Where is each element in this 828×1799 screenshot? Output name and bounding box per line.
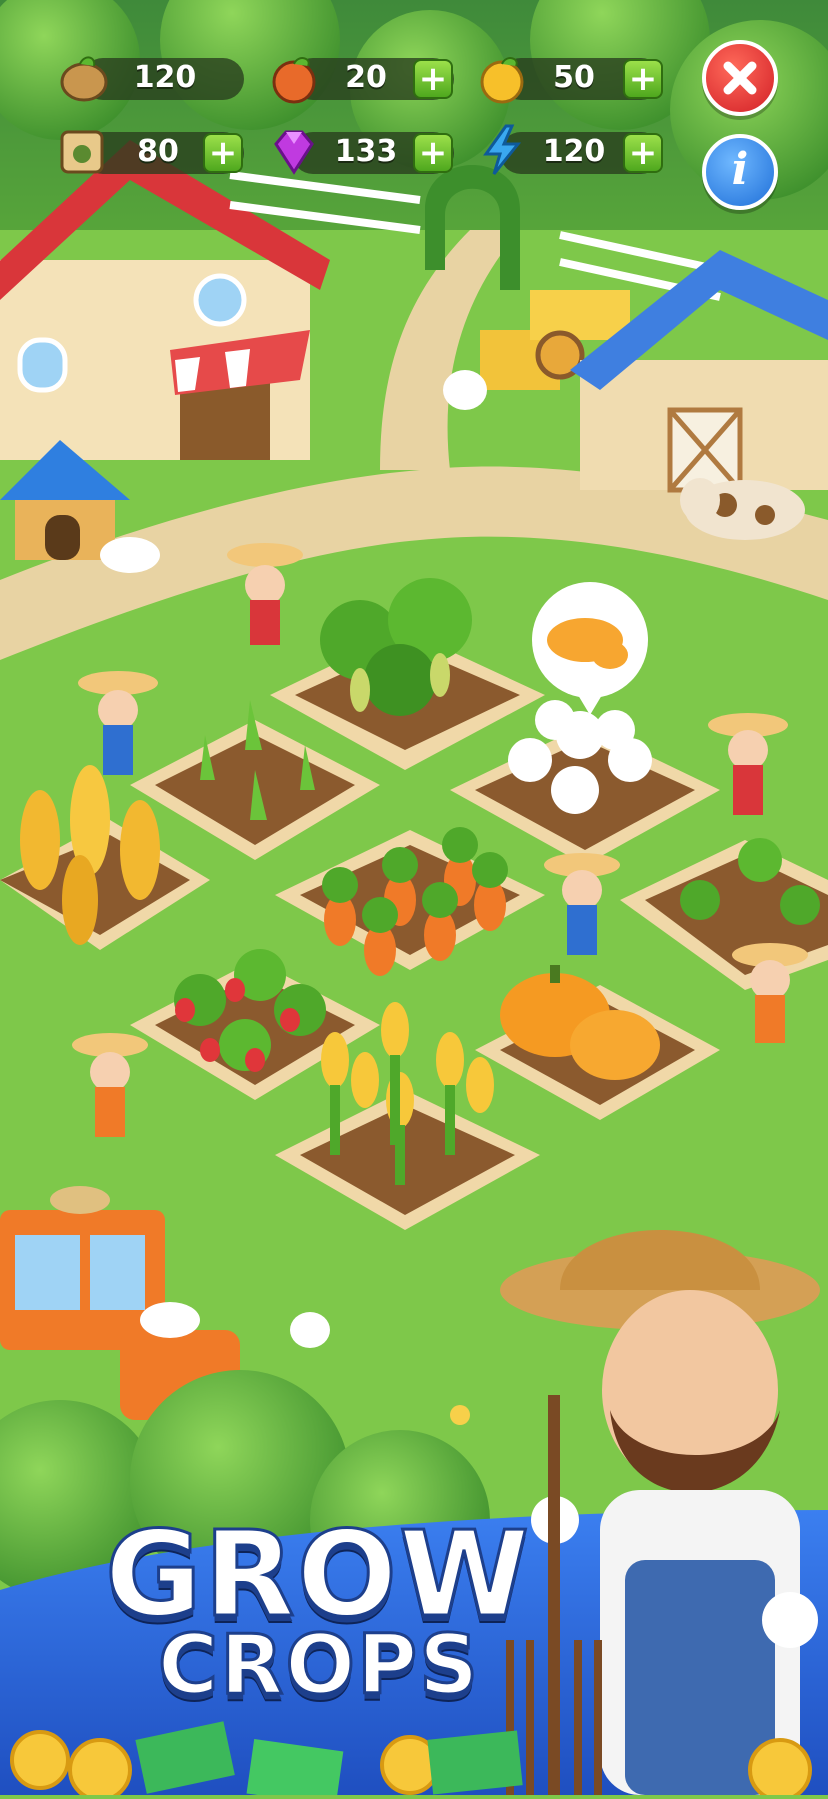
- add-fruit-button[interactable]: +: [413, 59, 453, 99]
- chicken: [290, 1312, 330, 1348]
- close-button[interactable]: [702, 40, 778, 116]
- add-gold-button[interactable]: +: [623, 59, 663, 99]
- chicken: [443, 370, 487, 410]
- chick: [450, 1405, 470, 1425]
- seeds-value: 120: [133, 60, 197, 95]
- lightning-icon: [483, 124, 522, 175]
- promo-title-crops: CROPS: [156, 1617, 481, 1715]
- dog: [100, 537, 160, 573]
- energy-value: 120: [542, 134, 606, 169]
- add-fertilizer-button[interactable]: +: [203, 133, 243, 173]
- info-button[interactable]: i: [702, 134, 778, 210]
- add-gems-button[interactable]: +: [413, 133, 453, 173]
- gems-value: 133: [334, 134, 398, 169]
- fertilizer-value: 80: [137, 134, 179, 169]
- potato-icon: [60, 56, 108, 102]
- mango-icon: [272, 57, 316, 104]
- big-farmer: [500, 1230, 820, 1795]
- seed-bag-icon: [60, 130, 104, 174]
- gold-value: 50: [553, 60, 595, 95]
- add-energy-button[interactable]: +: [623, 133, 663, 173]
- info-icon: i: [731, 144, 749, 195]
- close-icon: [723, 61, 757, 95]
- orange-icon: [480, 57, 524, 104]
- fruit-value: 20: [345, 60, 387, 95]
- gem-icon: [274, 130, 314, 175]
